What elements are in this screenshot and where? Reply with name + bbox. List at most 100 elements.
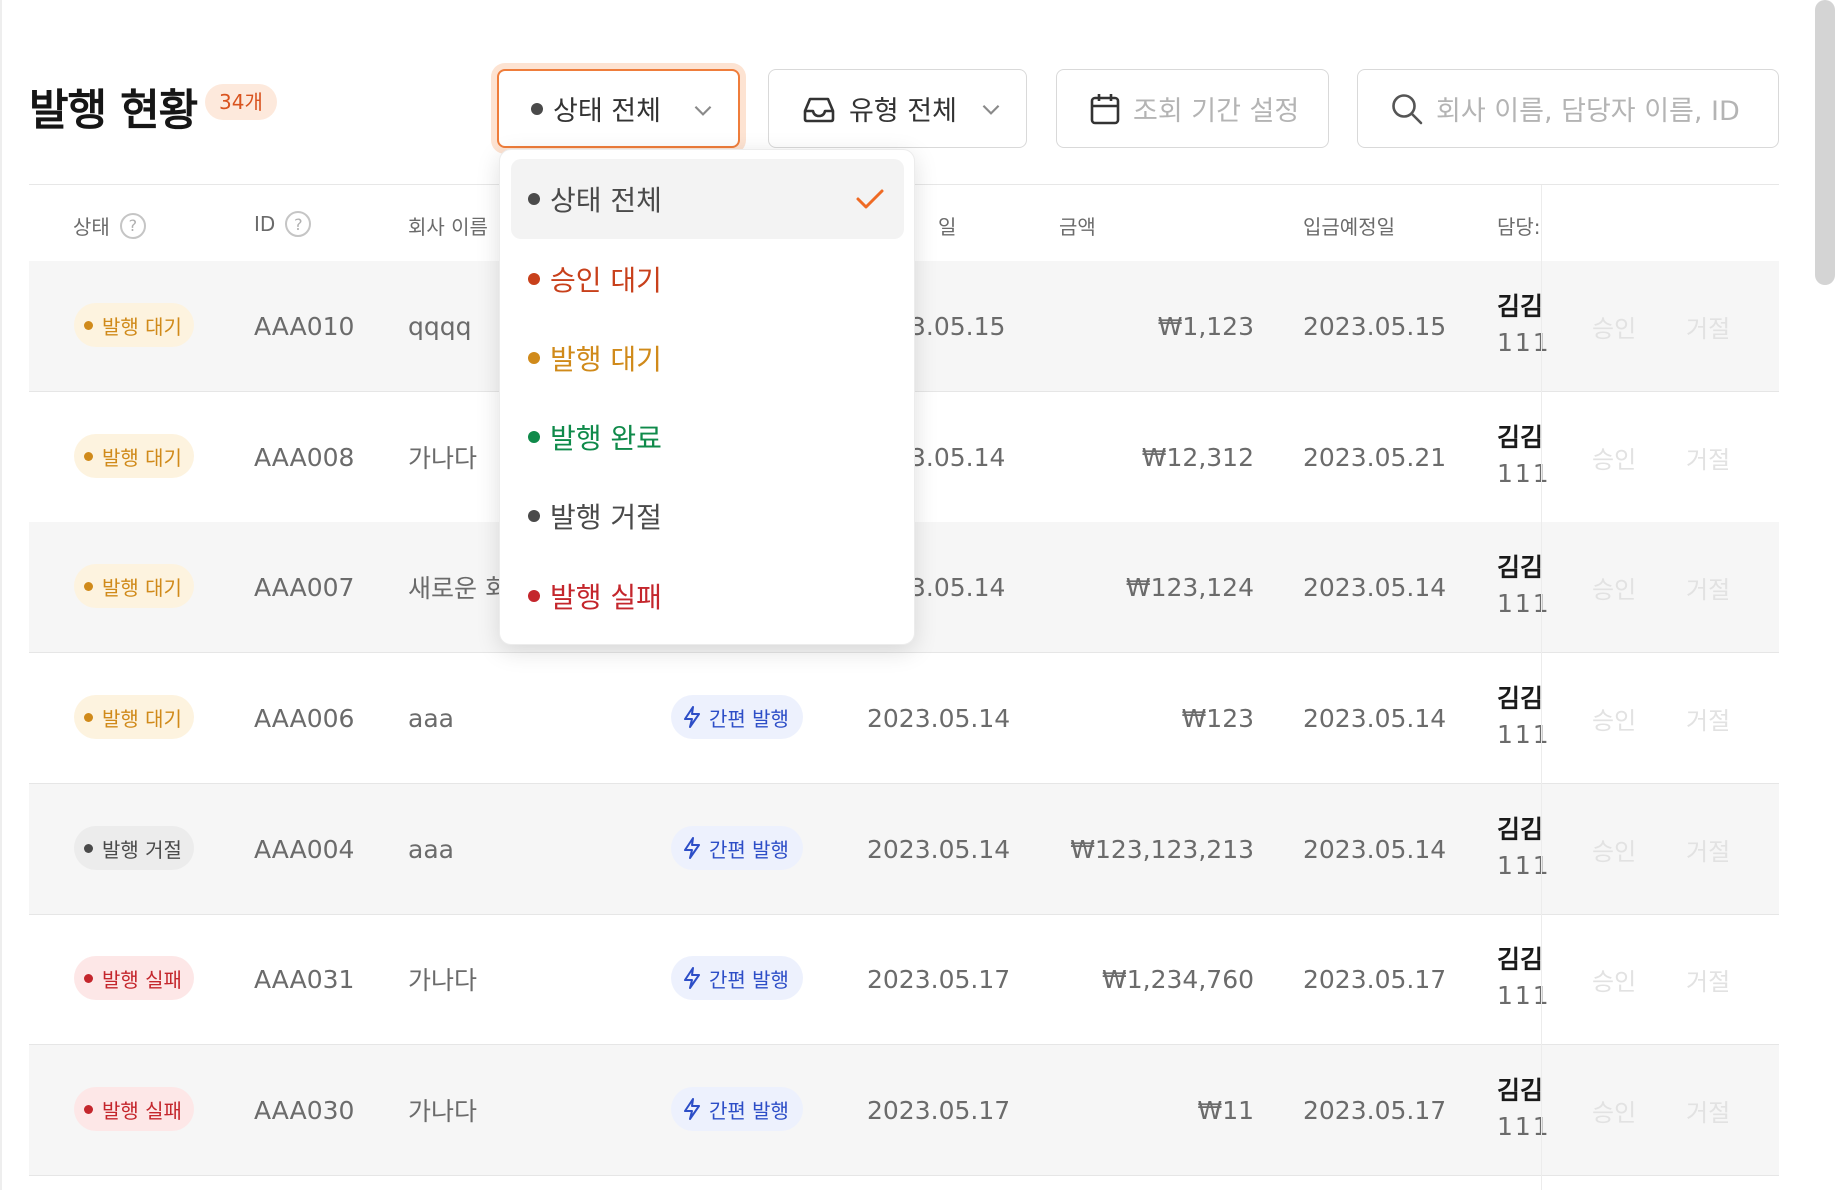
status-option-label: 승인 대기 <box>550 264 662 297</box>
status-dot <box>528 510 540 522</box>
approve-button[interactable]: 승인 <box>1592 392 1636 522</box>
approve-button[interactable]: 승인 <box>1592 1045 1636 1175</box>
status-filter-select[interactable]: 상태 전체 <box>497 69 740 148</box>
status-dot <box>531 102 543 115</box>
reject-button[interactable]: 거절 <box>1686 784 1730 914</box>
manager-name: 김김 <box>1497 1076 1544 1105</box>
chevron-down-icon <box>978 96 1004 126</box>
type-tag-label: 간편 발행 <box>709 967 789 992</box>
row-manager: 김김 111 <box>1497 420 1551 492</box>
row-due-date: 2023.05.17 <box>1303 964 1447 994</box>
row-due-date: 2023.05.14 <box>1303 572 1447 602</box>
header-due-date: 입금예정일 <box>1303 215 1395 239</box>
status-badge: 발행 실패 <box>74 1087 194 1131</box>
status-dot <box>528 273 540 285</box>
status-option[interactable]: 발행 대기 <box>511 318 904 398</box>
scrollbar-thumb[interactable] <box>1815 0 1835 285</box>
manager-sub: 111 <box>1497 720 1551 749</box>
type-tag: 간편 발행 <box>671 956 803 1000</box>
search-input[interactable]: 회사 이름, 담당자 이름, ID <box>1357 69 1779 148</box>
row-amount: ₩123 <box>1181 703 1254 733</box>
reject-button[interactable]: 거절 <box>1686 392 1730 522</box>
status-dot <box>84 451 93 461</box>
status-badge-label: 발행 실패 <box>102 967 182 992</box>
status-option[interactable]: 발행 거절 <box>511 476 904 556</box>
inbox-icon <box>801 93 837 125</box>
question-circle-icon[interactable]: ? <box>285 211 312 237</box>
status-badge: 발행 대기 <box>74 695 194 739</box>
row-due-date: 2023.05.15 <box>1303 311 1447 341</box>
status-filter-label: 상태 전체 <box>553 96 661 127</box>
status-option[interactable]: 발행 실패 <box>511 556 904 636</box>
status-dot <box>84 581 93 591</box>
status-option[interactable]: 발행 완료 <box>511 397 904 477</box>
row-company: 가나다 <box>408 1097 478 1126</box>
lightning-icon <box>684 706 700 728</box>
status-option[interactable]: 상태 전체 <box>511 159 904 239</box>
header-status: 상태 ? <box>73 211 146 240</box>
row-id: AAA006 <box>254 703 355 733</box>
approve-button[interactable]: 승인 <box>1592 522 1636 652</box>
approve-button[interactable]: 승인 <box>1592 914 1636 1044</box>
status-dot <box>528 193 540 205</box>
status-dot <box>84 973 93 983</box>
manager-name: 김김 <box>1497 553 1544 582</box>
status-badge: 발행 거절 <box>74 826 194 870</box>
manager-sub: 111 <box>1497 1112 1551 1141</box>
status-badge: 발행 대기 <box>74 564 194 608</box>
row-company: aaa <box>408 834 454 864</box>
calendar-icon <box>1089 92 1121 126</box>
type-filter-select[interactable]: 유형 전체 <box>768 69 1027 148</box>
reject-button[interactable]: 거절 <box>1686 914 1730 1044</box>
status-badge-label: 발행 대기 <box>102 445 182 470</box>
reject-button[interactable]: 거절 <box>1686 653 1730 783</box>
row-amount: ₩11 <box>1197 1095 1254 1125</box>
status-option-label: 상태 전체 <box>550 184 662 217</box>
count-badge: 34개 <box>205 84 277 120</box>
header-manager: 담당: <box>1497 215 1541 239</box>
approve-button[interactable]: 승인 <box>1592 784 1636 914</box>
row-id: AAA010 <box>254 311 355 341</box>
manager-name: 김김 <box>1497 815 1544 844</box>
manager-sub: 111 <box>1497 851 1551 880</box>
reject-button[interactable]: 거절 <box>1686 1045 1730 1175</box>
manager-sub: 111 <box>1497 459 1551 488</box>
type-filter-label: 유형 전체 <box>849 96 957 127</box>
approve-button[interactable]: 승인 <box>1592 653 1636 783</box>
table-row[interactable]: 발행 실패 AAA030 가나다 간편 발행 2023.05.17 ₩11 2023.05.… <box>29 1045 1779 1176</box>
table-row[interactable]: 발행 거절 AAA004 aaa 간편 발행 2023.05.14 ₩123,123,21… <box>29 784 1779 915</box>
row-company: 가나다 <box>408 966 478 995</box>
type-tag: 간편 발행 <box>671 695 803 739</box>
row-id: AAA031 <box>254 964 355 994</box>
search-icon <box>1390 92 1424 126</box>
date-range-button[interactable]: 조회 기간 설정 <box>1056 69 1329 148</box>
manager-sub: 111 <box>1497 981 1551 1010</box>
row-company: aaa <box>408 703 454 733</box>
reject-button[interactable]: 거절 <box>1686 261 1730 391</box>
lightning-icon <box>684 837 700 859</box>
row-company: qqqq <box>408 311 472 341</box>
row-due-date: 2023.05.14 <box>1303 703 1447 733</box>
status-badge-label: 발행 대기 <box>102 314 182 339</box>
row-id: AAA030 <box>254 1095 355 1125</box>
status-badge-label: 발행 대기 <box>102 706 182 731</box>
row-issue-date: 2023.05.17 <box>867 964 1011 994</box>
type-tag: 간편 발행 <box>671 826 803 870</box>
check-icon <box>854 183 886 222</box>
table-row[interactable]: 발행 실패 AAA031 가나다 간편 발행 2023.05.17 ₩1,234,760 2… <box>29 914 1779 1045</box>
page-left-border <box>0 0 2 1190</box>
table-row[interactable]: 발행 대기 AAA006 aaa 간편 발행 2023.05.14 ₩123 2023.05… <box>29 653 1779 784</box>
approve-button[interactable]: 승인 <box>1592 261 1636 391</box>
status-badge-label: 발행 실패 <box>102 1098 182 1123</box>
vertical-scrollbar[interactable] <box>1815 0 1835 285</box>
type-tag-label: 간편 발행 <box>709 706 789 731</box>
reject-button[interactable]: 거절 <box>1686 522 1730 652</box>
question-circle-icon[interactable]: ? <box>119 212 146 239</box>
row-due-date: 2023.05.21 <box>1303 442 1447 472</box>
status-option[interactable]: 승인 대기 <box>511 239 904 319</box>
row-issue-date: 2023.05.14 <box>867 834 1011 864</box>
type-tag-label: 간편 발행 <box>709 837 789 862</box>
search-placeholder: 회사 이름, 담당자 이름, ID <box>1436 96 1740 127</box>
row-manager: 김김 111 <box>1497 681 1551 753</box>
status-option-label: 발행 실패 <box>550 581 662 614</box>
